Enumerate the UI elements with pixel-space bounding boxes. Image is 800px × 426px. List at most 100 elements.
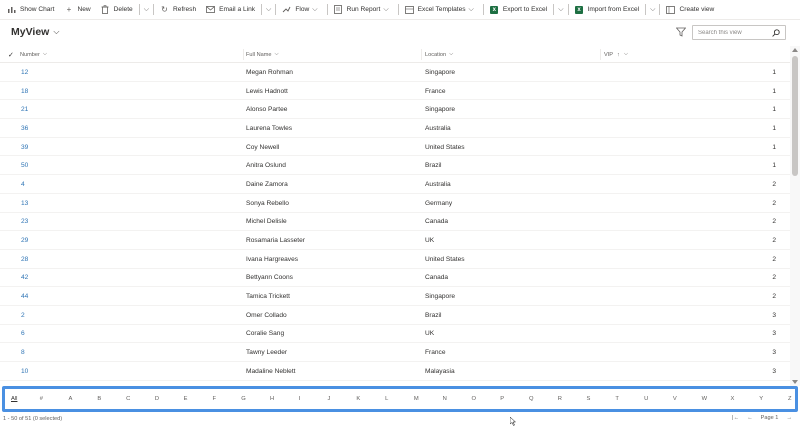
alpha-filter-item[interactable]: V bbox=[673, 389, 677, 409]
alpha-filter-item[interactable]: P bbox=[500, 389, 504, 409]
table-row[interactable]: 28 Ivana Hargreaves United States 2 bbox=[0, 250, 790, 269]
run-report-button[interactable]: Run Report ⌵ bbox=[329, 0, 397, 20]
column-header-vip[interactable]: VIP ↑ ⌵ bbox=[604, 46, 628, 63]
number-cell[interactable]: 44 bbox=[21, 287, 28, 306]
number-cell[interactable]: 2 bbox=[21, 306, 25, 325]
alpha-filter-item[interactable]: D bbox=[155, 389, 159, 409]
alpha-filter-item[interactable]: E bbox=[184, 389, 188, 409]
alpha-filter-item[interactable]: S bbox=[587, 389, 591, 409]
select-all-checkbox[interactable]: ✓ bbox=[8, 46, 16, 63]
alpha-filter-item[interactable]: I bbox=[299, 389, 301, 409]
number-cell[interactable]: 12 bbox=[21, 63, 28, 82]
delete-button[interactable]: Delete bbox=[96, 0, 138, 20]
table-row[interactable]: 21 Alonso Partee Singapore 1 bbox=[0, 100, 790, 120]
number-cell[interactable]: 29 bbox=[21, 231, 28, 250]
column-divider[interactable] bbox=[421, 49, 422, 60]
table-row[interactable]: 39 Coy Newell United States 1 bbox=[0, 138, 790, 157]
refresh-button[interactable]: ↻ Refresh bbox=[155, 0, 201, 20]
number-cell[interactable]: 10 bbox=[21, 362, 28, 381]
table-row[interactable]: 12 Megan Rohman Singapore 1 bbox=[0, 63, 790, 82]
number-cell[interactable]: 28 bbox=[21, 250, 28, 269]
number-cell[interactable]: 4 bbox=[21, 175, 25, 194]
first-page-icon[interactable]: |← bbox=[732, 415, 739, 421]
alpha-filter-item[interactable]: # bbox=[40, 389, 43, 409]
number-cell[interactable]: 23 bbox=[21, 213, 28, 232]
table-row[interactable]: 42 Bettyann Coons Canada 2 bbox=[0, 269, 790, 288]
alpha-filter-item[interactable]: Q bbox=[529, 389, 534, 409]
alpha-filter-item[interactable]: O bbox=[471, 389, 476, 409]
column-header-location[interactable]: Location ⌵ bbox=[425, 46, 453, 63]
table-row[interactable]: 29 Rosamaria Lasseter UK 2 bbox=[0, 231, 790, 250]
scroll-down-arrow[interactable] bbox=[792, 380, 798, 384]
number-cell[interactable]: 36 bbox=[21, 119, 28, 138]
alpha-filter-item[interactable]: N bbox=[443, 389, 447, 409]
table-row[interactable]: 18 Lewis Hadnott France 1 bbox=[0, 82, 790, 101]
next-page-icon[interactable]: → bbox=[786, 415, 792, 421]
search-icon[interactable] bbox=[772, 29, 780, 37]
export-excel-button[interactable]: x Export to Excel bbox=[485, 0, 552, 20]
location-cell: UK bbox=[425, 330, 435, 338]
new-button[interactable]: + New bbox=[59, 0, 95, 20]
chevron-down-icon[interactable]: ⌵ bbox=[647, 6, 658, 14]
number-cell[interactable]: 50 bbox=[21, 156, 28, 175]
alpha-filter-item[interactable]: W bbox=[702, 389, 707, 409]
column-divider[interactable] bbox=[243, 49, 244, 60]
table-row[interactable]: 8 Tawny Leeder France 3 bbox=[0, 343, 790, 362]
table-row[interactable]: 13 Sonya Rebello Germany 2 bbox=[0, 194, 790, 213]
number-cell[interactable]: 6 bbox=[21, 325, 25, 344]
alpha-filter-item[interactable]: H bbox=[270, 389, 274, 409]
table-row[interactable]: 10 Madaline Neblett Malayasia 3 bbox=[0, 362, 790, 381]
number-cell[interactable]: 18 bbox=[21, 82, 28, 101]
alpha-filter-item[interactable]: K bbox=[356, 389, 360, 409]
alpha-filter-item[interactable]: L bbox=[385, 389, 388, 409]
table-row[interactable]: 44 Tamica Trickett Singapore 2 bbox=[0, 287, 790, 306]
create-view-button[interactable]: Create view bbox=[661, 0, 719, 20]
vertical-scrollbar[interactable] bbox=[790, 46, 800, 386]
scrollbar-thumb[interactable] bbox=[792, 56, 798, 176]
number-cell[interactable]: 21 bbox=[21, 100, 28, 119]
search-input[interactable] bbox=[698, 29, 768, 36]
chevron-down-icon[interactable]: ⌵ bbox=[263, 6, 274, 14]
alpha-filter-item[interactable]: Z bbox=[788, 389, 792, 409]
filter-icon[interactable] bbox=[676, 27, 686, 37]
flow-icon bbox=[282, 5, 291, 14]
excel-templates-button[interactable]: Excel Templates ⌵ bbox=[400, 0, 482, 20]
alpha-filter-all[interactable]: All bbox=[11, 389, 17, 409]
column-header-full-name[interactable]: Full Name ⌵ bbox=[246, 46, 279, 63]
table-row[interactable]: 4 Daine Zamora Australia 2 bbox=[0, 175, 790, 194]
number-cell[interactable]: 39 bbox=[21, 138, 28, 157]
number-cell[interactable]: 13 bbox=[21, 194, 28, 213]
alpha-filter-item[interactable]: Y bbox=[759, 389, 763, 409]
table-row[interactable]: 23 Michel Delisle Canada 2 bbox=[0, 213, 790, 232]
alpha-filter-item[interactable]: A bbox=[69, 389, 73, 409]
table-row[interactable]: 36 Laurena Towles Australia 1 bbox=[0, 119, 790, 138]
table-row[interactable]: 6 Coralie Sang UK 3 bbox=[0, 325, 790, 344]
scroll-up-arrow[interactable] bbox=[792, 48, 798, 52]
column-divider[interactable] bbox=[600, 49, 601, 60]
alpha-filter-item[interactable]: B bbox=[97, 389, 101, 409]
email-link-button[interactable]: Email a Link bbox=[201, 0, 260, 20]
view-selector[interactable]: MyView ⌵ bbox=[11, 26, 59, 38]
table-row[interactable]: 50 Anitra Oslund Brazil 1 bbox=[0, 156, 790, 176]
number-cell[interactable]: 8 bbox=[21, 343, 25, 362]
alpha-filter-item[interactable]: R bbox=[558, 389, 562, 409]
chevron-down-icon[interactable]: ⌵ bbox=[141, 6, 152, 14]
alpha-filter-item[interactable]: M bbox=[414, 389, 419, 409]
alpha-filter-item[interactable]: X bbox=[730, 389, 734, 409]
alpha-filter-item[interactable]: U bbox=[644, 389, 648, 409]
show-chart-button[interactable]: Show Chart bbox=[2, 0, 59, 20]
search-box[interactable] bbox=[692, 25, 786, 40]
alpha-filter-item[interactable]: G bbox=[241, 389, 246, 409]
table-row[interactable]: 2 Omer Collado Brazil 3 bbox=[0, 306, 790, 325]
grid-header: ✓ Number ⌵ Full Name ⌵ Location ⌵ VIP ↑ … bbox=[0, 46, 790, 63]
alpha-filter-item[interactable]: F bbox=[212, 389, 216, 409]
alpha-filter-item[interactable]: J bbox=[328, 389, 331, 409]
number-cell[interactable]: 42 bbox=[21, 269, 28, 288]
column-header-number[interactable]: Number ⌵ bbox=[20, 46, 47, 63]
flow-button[interactable]: Flow ⌵ bbox=[277, 0, 325, 20]
previous-page-icon[interactable]: ← bbox=[747, 415, 753, 421]
import-excel-button[interactable]: x Import from Excel bbox=[570, 0, 645, 20]
chevron-down-icon[interactable]: ⌵ bbox=[555, 6, 566, 14]
alpha-filter-item[interactable]: T bbox=[615, 389, 619, 409]
alpha-filter-item[interactable]: C bbox=[126, 389, 130, 409]
